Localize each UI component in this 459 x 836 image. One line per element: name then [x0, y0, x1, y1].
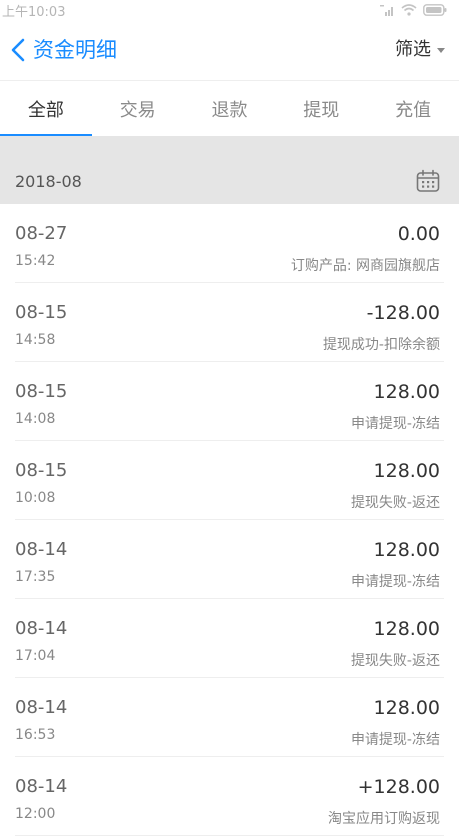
transaction-amount: +128.00 [357, 776, 440, 798]
status-time: 上午10:03 [2, 5, 66, 20]
transaction-amount: 128.00 [373, 460, 440, 482]
transaction-row[interactable]: 08-14 17:04 128.00 提现失败-返还 [15, 599, 444, 678]
transaction-amount: 128.00 [373, 618, 440, 640]
transaction-time: 14:08 [15, 411, 56, 427]
transaction-date: 08-15 [15, 302, 68, 323]
calendar-icon [416, 169, 440, 192]
transaction-time: 17:35 [15, 569, 56, 585]
back-button[interactable] [8, 36, 28, 64]
transaction-desc: 订购产品: 网商园旗舰店 [290, 258, 440, 274]
tab-recharge[interactable]: 充值 [367, 81, 459, 136]
transaction-row[interactable]: 08-14 16:53 128.00 申请提现-冻结 [15, 678, 444, 757]
filter-button[interactable]: 筛选 [395, 38, 445, 62]
transaction-date: 08-27 [15, 223, 68, 244]
transaction-amount: 0.00 [397, 223, 440, 245]
transaction-row[interactable]: 08-27 15:42 0.00 订购产品: 网商园旗舰店 [15, 204, 444, 283]
transaction-date: 08-15 [15, 381, 68, 402]
tab-trade[interactable]: 交易 [92, 81, 184, 136]
calendar-button[interactable] [415, 168, 441, 194]
month-header: 2018-08 [0, 160, 459, 204]
transaction-row[interactable]: 08-14 17:35 128.00 申请提现-冻结 [15, 520, 444, 599]
transaction-date: 08-14 [15, 697, 68, 718]
transaction-desc: 提现失败-返还 [350, 495, 440, 511]
transaction-date: 08-15 [15, 460, 68, 481]
transaction-amount: 128.00 [373, 697, 440, 719]
transaction-time: 14:58 [15, 332, 56, 348]
transaction-desc: 淘宝应用订购返现 [328, 811, 440, 827]
month-label: 2018-08 [15, 172, 82, 191]
transaction-date: 08-14 [15, 539, 68, 560]
transaction-time: 15:42 [15, 253, 56, 269]
transaction-time: 16:53 [15, 727, 56, 743]
section-spacer [0, 136, 459, 160]
transaction-time: 12:00 [15, 806, 56, 822]
transaction-time: 17:04 [15, 648, 56, 664]
transaction-amount: 128.00 [373, 539, 440, 561]
transaction-amount: -128.00 [366, 302, 440, 324]
caret-down-icon [437, 47, 445, 53]
transaction-time: 10:08 [15, 490, 56, 506]
transaction-desc: 申请提现-冻结 [350, 574, 440, 590]
tab-bar: 全部 交易 退款 提现 充值 [0, 81, 459, 136]
filter-label: 筛选 [395, 39, 431, 60]
battery-icon [423, 4, 447, 16]
transaction-amount: 128.00 [373, 381, 440, 403]
tab-all[interactable]: 全部 [0, 81, 92, 136]
status-icons [379, 3, 447, 17]
transaction-desc: 申请提现-冻结 [350, 416, 440, 432]
wifi-icon [401, 4, 417, 16]
transaction-date: 08-14 [15, 618, 68, 639]
transaction-list: 08-27 15:42 0.00 订购产品: 网商园旗舰店 08-15 14:5… [0, 204, 459, 836]
transaction-row[interactable]: 08-15 14:58 -128.00 提现成功-扣除余额 [15, 283, 444, 362]
transaction-desc: 申请提现-冻结 [350, 732, 440, 748]
tab-withdraw[interactable]: 提现 [275, 81, 367, 136]
transaction-row[interactable]: 08-15 14:08 128.00 申请提现-冻结 [15, 362, 444, 441]
status-bar: 上午10:03 [0, 0, 459, 20]
transaction-desc: 提现成功-扣除余额 [322, 337, 440, 353]
transaction-date: 08-14 [15, 776, 68, 797]
transaction-row[interactable]: 08-14 12:00 +128.00 淘宝应用订购返现 [15, 757, 444, 836]
transaction-row[interactable]: 08-15 10:08 128.00 提现失败-返还 [15, 441, 444, 520]
nav-bar: 资金明细 筛选 [0, 20, 459, 81]
transaction-desc: 提现失败-返还 [350, 653, 440, 669]
page-title: 资金明细 [33, 38, 117, 62]
tab-refund[interactable]: 退款 [184, 81, 276, 136]
chevron-left-icon [11, 38, 25, 62]
signal-icon [380, 5, 393, 16]
